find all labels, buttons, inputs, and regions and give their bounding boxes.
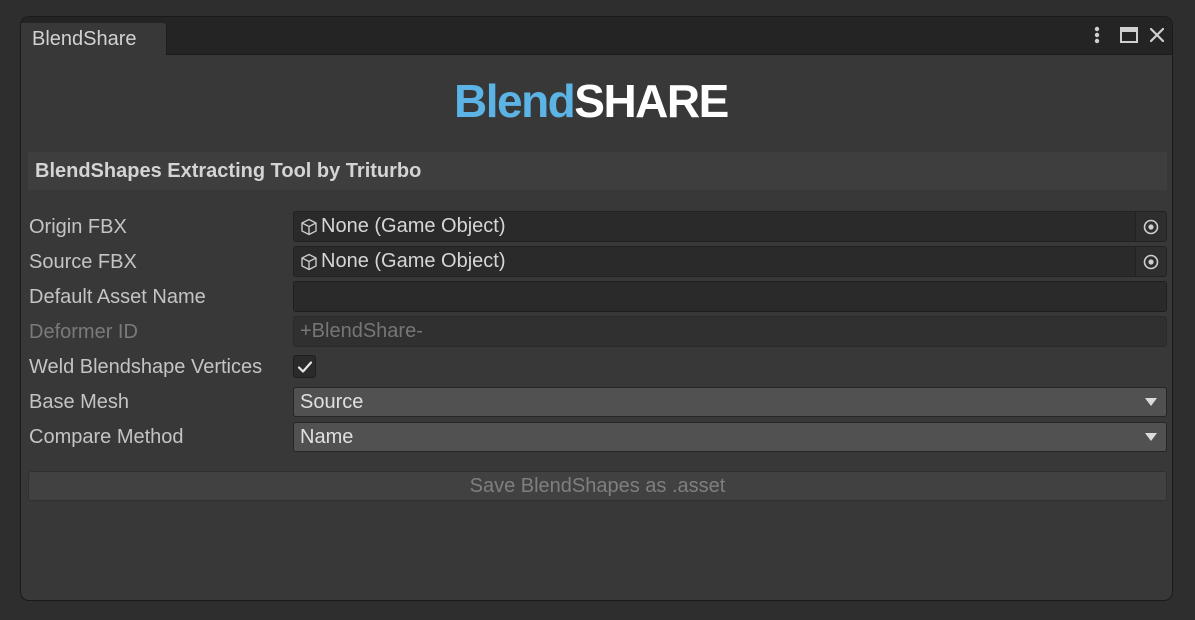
default-asset-name-label: Default Asset Name: [29, 286, 206, 308]
compare-method-dropdown[interactable]: Name: [293, 422, 1167, 452]
source-fbx-label: Source FBX: [29, 251, 137, 273]
object-picker-icon[interactable]: [1135, 247, 1166, 276]
dropdown-arrow-icon: [1145, 433, 1157, 441]
section-header: BlendShapes Extracting Tool by Triturbo: [28, 152, 1167, 190]
origin-fbx-label: Origin FBX: [29, 216, 127, 238]
dropdown-arrow-icon: [1145, 398, 1157, 406]
base-mesh-value: Source: [300, 391, 364, 413]
logo-blend-text: Blend: [454, 75, 576, 127]
blendshare-logo: BlendSHARE: [454, 75, 729, 127]
source-fbx-value: None (Game Object): [321, 250, 506, 272]
deformer-id-input: +BlendShare-: [293, 316, 1167, 347]
source-fbx-field[interactable]: None (Game Object): [293, 246, 1167, 277]
compare-method-value: Name: [300, 426, 354, 448]
close-icon[interactable]: [1146, 23, 1168, 47]
maximize-icon[interactable]: [1117, 23, 1141, 47]
save-blendshapes-button[interactable]: Save BlendShapes as .asset: [28, 471, 1167, 501]
origin-fbx-value: None (Game Object): [321, 215, 506, 237]
origin-fbx-field[interactable]: None (Game Object): [293, 211, 1167, 242]
base-mesh-label: Base Mesh: [29, 391, 130, 413]
weld-vertices-label: Weld Blendshape Vertices: [29, 356, 263, 378]
base-mesh-dropdown[interactable]: Source: [293, 387, 1167, 417]
game-object-icon: [300, 253, 318, 271]
tab-bar: BlendShare: [21, 17, 1172, 55]
default-asset-name-input[interactable]: [293, 281, 1167, 312]
deformer-id-label: Deformer ID: [29, 321, 138, 343]
blendshare-window: BlendShare BlendSHARE BlendShapes Extrac…: [20, 16, 1173, 601]
checkmark-icon: [297, 360, 312, 373]
compare-method-label: Compare Method: [29, 426, 184, 448]
game-object-icon: [300, 218, 318, 236]
more-options-icon[interactable]: [1088, 23, 1106, 47]
logo-share-text: SHARE: [574, 75, 729, 127]
weld-vertices-checkbox[interactable]: [293, 355, 316, 378]
tab-blendshare[interactable]: BlendShare: [21, 23, 167, 55]
object-picker-icon[interactable]: [1135, 212, 1166, 241]
